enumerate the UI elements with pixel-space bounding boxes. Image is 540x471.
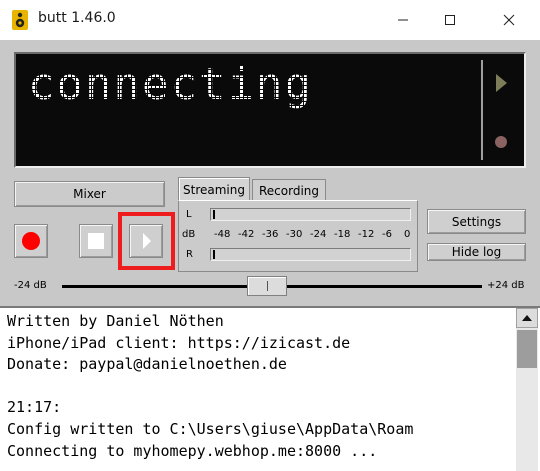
maximize-icon	[444, 11, 456, 30]
meter-scale-label: -36	[262, 229, 279, 240]
stop-icon	[88, 233, 104, 249]
meter-scale-label: -30	[286, 229, 303, 240]
log-text: Written by Daniel Nöthen iPhone/iPad clie…	[7, 311, 512, 462]
log-line: Connecting to myhomepy.webhop.me:8000 ..…	[7, 441, 378, 460]
scroll-thumb[interactable]	[517, 330, 537, 368]
meter-scale-label: -18	[334, 229, 351, 240]
minimize-button[interactable]	[380, 4, 426, 36]
log-line: 21:17:	[7, 398, 62, 417]
window-title: butt 1.46.0	[38, 10, 116, 26]
log-line: Donate: paypal@danielnoethen.de	[7, 355, 287, 374]
maximize-button[interactable]	[427, 4, 473, 36]
gain-min-label: -24 dB	[14, 280, 47, 291]
stop-button[interactable]	[79, 224, 113, 258]
close-button[interactable]	[486, 4, 532, 36]
title-bar: butt 1.46.0	[0, 0, 540, 40]
record-icon	[22, 232, 40, 250]
play-indicator-icon	[496, 74, 507, 92]
record-button[interactable]	[14, 224, 48, 258]
meter-scale-label: -48	[214, 229, 231, 240]
meter-scale-label: -12	[358, 229, 375, 240]
meter-left-bar	[210, 208, 411, 221]
status-display: connecting	[14, 52, 526, 168]
tab-recording[interactable]: Recording	[252, 179, 326, 201]
scroll-up-icon	[522, 315, 532, 321]
hide-log-button[interactable]: Hide log	[427, 243, 526, 261]
record-indicator-icon	[495, 136, 507, 148]
scroll-up-button[interactable]	[516, 308, 538, 328]
minimize-icon	[397, 11, 409, 30]
meter-right-bar	[210, 248, 411, 261]
meter-left-label: L	[186, 209, 192, 220]
meter-scale-label: -6	[382, 229, 392, 240]
status-text: connecting	[28, 59, 313, 110]
close-icon	[503, 11, 515, 30]
gain-slider-thumb[interactable]	[247, 276, 287, 296]
gain-max-label: +24 dB	[487, 280, 525, 291]
log-line: Config written to C:\Users\giuse\AppData…	[7, 419, 414, 438]
log-panel[interactable]: Written by Daniel Nöthen iPhone/iPad clie…	[0, 306, 540, 471]
tab-streaming[interactable]: Streaming	[178, 177, 250, 201]
log-scrollbar[interactable]	[516, 308, 538, 471]
play-button-highlight	[118, 212, 175, 270]
meter-scale-label: 0	[404, 229, 411, 240]
log-line: Written by Daniel Nöthen	[7, 312, 224, 330]
meter-right-label: R	[186, 249, 193, 260]
meter-scale-label: -24	[310, 229, 327, 240]
meter-db-label: dB	[182, 229, 196, 240]
mixer-button[interactable]: Mixer	[14, 181, 165, 207]
settings-button[interactable]: Settings	[427, 209, 526, 234]
log-line: iPhone/iPad client: https://izicast.de	[7, 333, 351, 352]
meter-scale-label: -42	[238, 229, 255, 240]
speaker-icon	[12, 10, 28, 30]
